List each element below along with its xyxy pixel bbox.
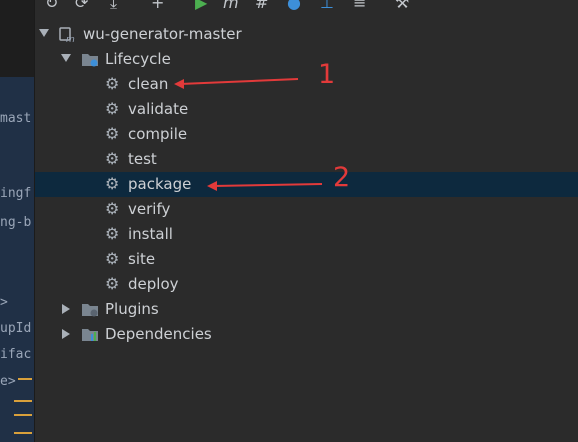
annotation-number-2: 2 [333,162,351,193]
annotation-arrow-2 [212,183,323,187]
annotation-number-1: 1 [318,59,336,90]
annotation-arrow-1 [179,78,299,85]
annotation-layer [174,78,323,191]
annotation-arrowhead-1 [174,79,184,89]
annotation-arrowhead-2 [207,181,217,191]
